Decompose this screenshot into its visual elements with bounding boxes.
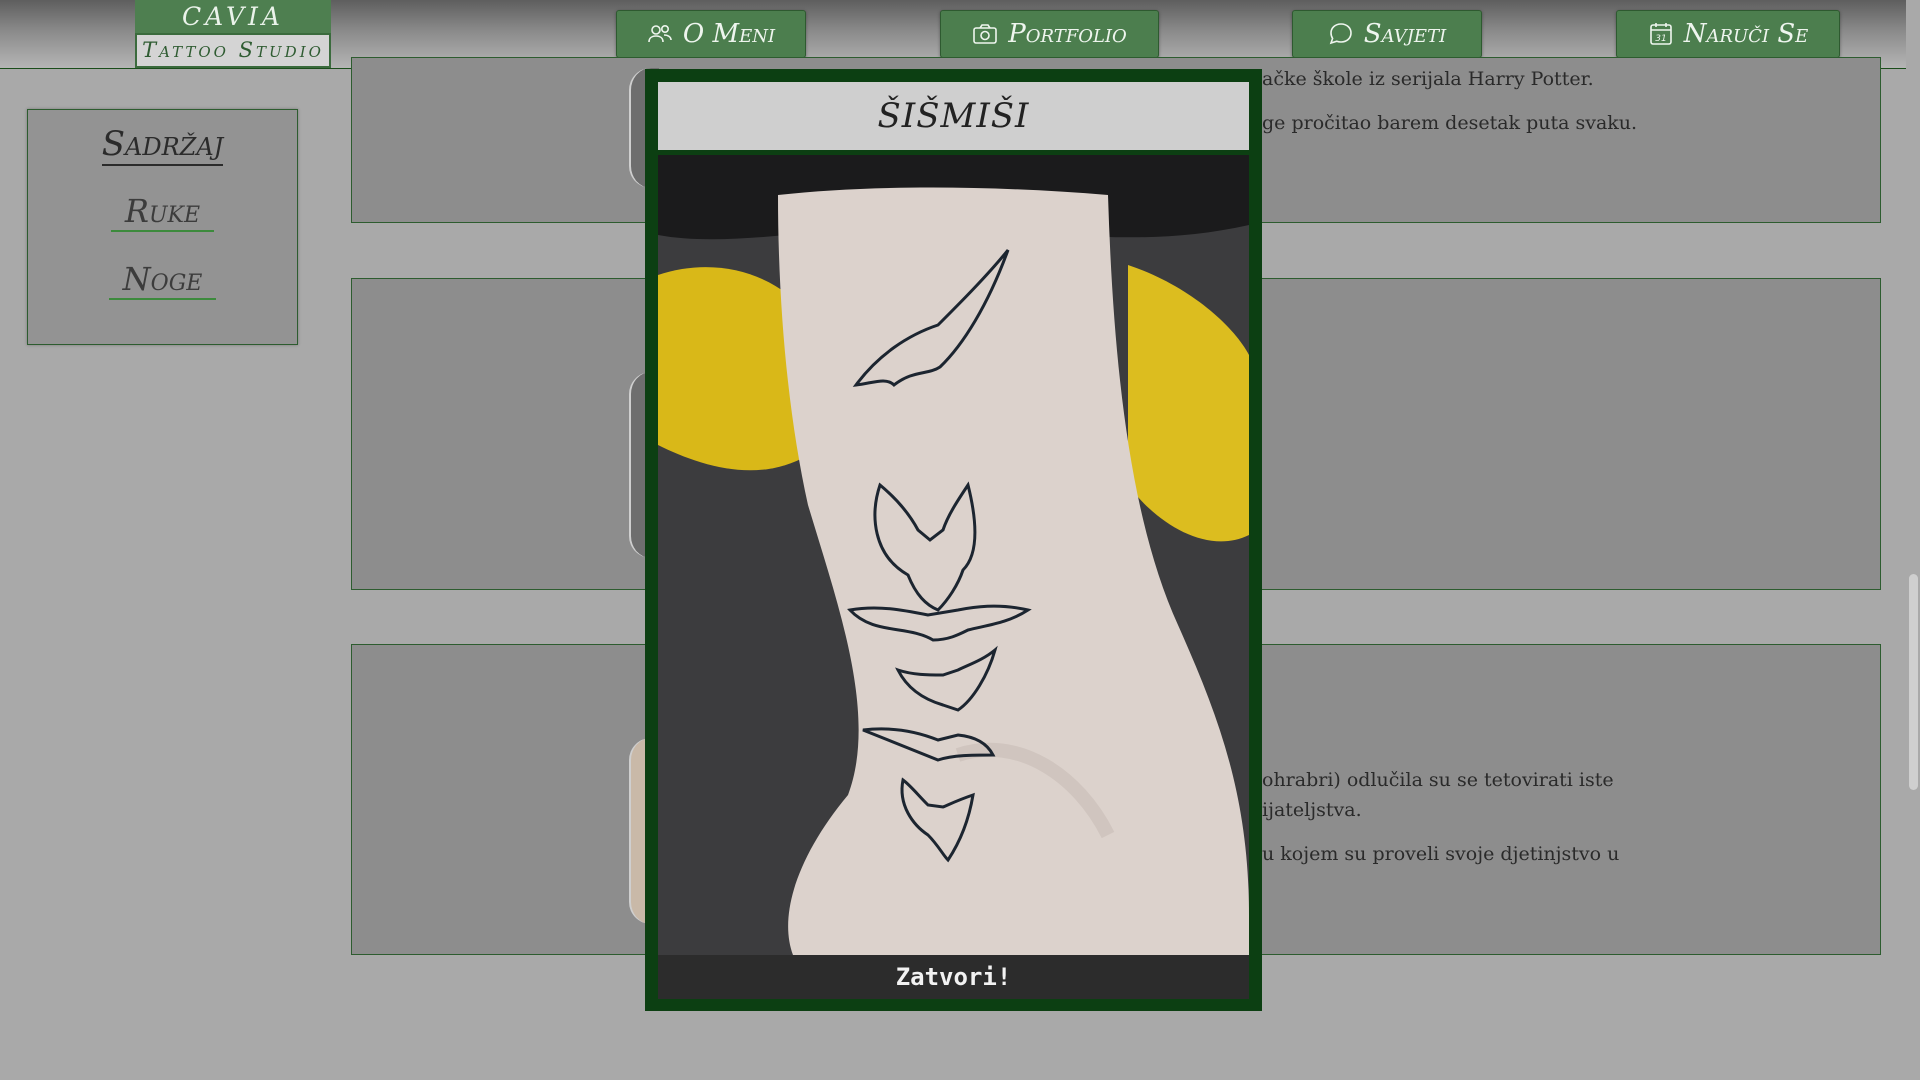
chat-bubble-icon	[1329, 23, 1352, 45]
sidebar-link-legs[interactable]: Noge	[28, 260, 297, 300]
card-text-line: ohrabri) odlučila su se tetovirati iste	[1262, 769, 1614, 791]
tattoo-photo	[658, 155, 1249, 955]
content-sidebar: Sadržaj Ruke Noge	[27, 109, 298, 345]
close-button[interactable]: Zatvori!	[658, 955, 1249, 999]
calendar-icon: 31	[1649, 23, 1672, 45]
sidebar-link-arms[interactable]: Ruke	[28, 192, 297, 232]
nav-portfolio-button[interactable]: Portfolio	[940, 10, 1159, 58]
card-text-line: ge pročitao barem desetak puta svaku.	[1262, 112, 1638, 134]
modal-title: ŠIŠMIŠI	[658, 82, 1249, 150]
sidebar-title: Sadržaj	[101, 124, 224, 166]
studio-logo[interactable]: CAVIA Tattoo Studio	[135, 0, 331, 68]
card-text-line: ijateljstva.	[1262, 799, 1362, 821]
image-modal: ŠIŠMIŠI Zatvori!	[645, 69, 1262, 1011]
nav-tips-button[interactable]: Savjeti	[1292, 10, 1482, 58]
logo-subtitle: Tattoo Studio	[135, 33, 331, 68]
scrollbar-thumb[interactable]	[1909, 574, 1918, 790]
card-text-line: ačke škole iz serijala Harry Potter.	[1262, 68, 1594, 90]
nav-booking-button[interactable]: 31 Naruči Se	[1616, 10, 1840, 58]
nav-booking-label: Naruči Se	[1683, 19, 1809, 49]
nav-about-button[interactable]: O Meni	[616, 10, 806, 58]
nav-tips-label: Savjeti	[1363, 19, 1447, 49]
card-text-line: u kojem su proveli svoje djetinjstvo u	[1262, 843, 1620, 865]
page-scrollbar[interactable]	[1906, 0, 1920, 1080]
camera-icon	[973, 24, 998, 44]
nav-portfolio-label: Portfolio	[1008, 19, 1127, 49]
nav-about-label: O Meni	[682, 19, 776, 49]
logo-name: CAVIA	[135, 0, 331, 33]
people-icon	[648, 25, 672, 43]
calendar-day: 31	[1655, 34, 1666, 44]
